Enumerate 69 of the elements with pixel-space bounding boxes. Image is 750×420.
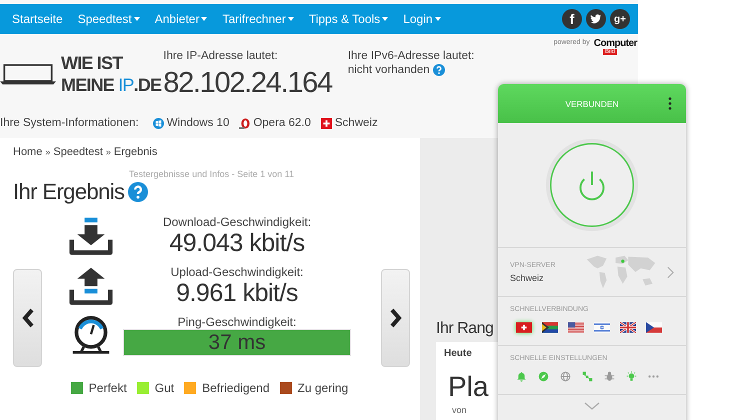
breadcrumb-link[interactable]: Speedtest <box>53 146 103 158</box>
lightbulb-icon[interactable] <box>626 371 637 382</box>
metric-label: Upload-Geschwindigkeit: <box>170 265 304 279</box>
twitter-icon[interactable] <box>586 9 606 29</box>
system-info-value: Windows 10 <box>166 117 230 129</box>
metric-value: 49.043 kbit/s <box>169 229 305 258</box>
legend-label: Gut <box>154 381 174 395</box>
logo-text: MEINE IP.DE <box>61 74 162 96</box>
ipv6-label: Ihre IPv6-Adresse lautet: <box>348 50 474 62</box>
caret-icon <box>434 17 441 21</box>
laptop-icon <box>0 64 56 84</box>
rank-total: von <box>452 405 467 416</box>
power-button[interactable] <box>544 137 640 233</box>
ping-result-bar: 37 ms <box>123 329 351 356</box>
breadcrumb-separator: » <box>45 147 50 157</box>
google-plus-button[interactable]: g+ <box>610 9 630 29</box>
metric-label: Download-Geschwindigkeit: <box>162 215 312 229</box>
metric-value: 9.961 kbit/s <box>176 279 298 308</box>
connection-status: VERBUNDEN <box>565 98 619 108</box>
chevron-right-icon[interactable] <box>667 266 674 278</box>
server-name[interactable]: Schweiz <box>510 272 584 282</box>
help-icon[interactable] <box>128 182 148 202</box>
flag-icon[interactable] <box>516 322 532 333</box>
network-icon[interactable] <box>582 371 593 382</box>
compass-icon[interactable] <box>538 371 549 382</box>
ipv6-value: nicht vorhanden <box>348 64 430 76</box>
flag-icon[interactable] <box>594 322 610 333</box>
logo-text: WIE IST <box>61 52 124 74</box>
opera-icon <box>239 118 250 128</box>
breadcrumb-current: Ergebnis <box>114 146 158 158</box>
chevron-right-icon <box>390 308 402 328</box>
chevron-down-icon[interactable] <box>584 402 600 410</box>
more-menu-icon[interactable] <box>668 97 672 110</box>
page-subtitle: Testergebnisse und Infos - Seite 1 von 11 <box>129 169 294 179</box>
legend-label: Perfekt <box>88 381 127 395</box>
upload-icon <box>69 266 113 306</box>
breadcrumb-link[interactable]: Home <box>13 146 42 158</box>
caret-icon <box>201 17 208 21</box>
help-icon[interactable] <box>432 64 445 76</box>
facebook-button[interactable]: f <box>562 9 582 29</box>
system-info-value: Opera 62.0 <box>253 117 311 129</box>
bug-icon[interactable] <box>604 371 615 382</box>
download-icon <box>69 216 113 256</box>
legend-label: Zu gering <box>298 381 348 395</box>
chevron-left-icon <box>22 308 34 328</box>
flag-icon[interactable] <box>620 322 636 333</box>
flag-icon[interactable] <box>646 322 662 333</box>
next-button[interactable] <box>381 269 410 367</box>
caret-icon <box>288 17 294 21</box>
breadcrumb-separator: » <box>106 147 111 157</box>
swiss-flag-icon <box>320 118 332 128</box>
previous-button[interactable] <box>13 269 42 367</box>
legend-label: Befriedigend <box>202 381 270 395</box>
ip-label: Ihre IP-Adresse lautet: <box>163 50 279 62</box>
caret-icon <box>382 17 388 21</box>
metric-label: Ping-Geschwindigkeit: <box>178 315 296 329</box>
rank-title: Ihr Rang <box>436 320 494 338</box>
result-title: Ihr Ergebnis <box>13 178 124 206</box>
brand-logo: Computer <box>594 38 637 49</box>
globe-icon[interactable] <box>560 371 571 382</box>
flag-icon[interactable] <box>568 322 584 333</box>
system-info-label: Ihre System-Informationen: <box>0 117 139 129</box>
rank-place: Pla <box>448 371 488 403</box>
flag-icon[interactable] <box>542 322 558 333</box>
system-info-value: Schweiz <box>334 117 378 129</box>
ip-address: 82.102.24.164 <box>163 66 332 100</box>
caret-icon <box>134 17 140 21</box>
bell-icon[interactable] <box>516 371 527 382</box>
windows-icon <box>152 118 164 128</box>
